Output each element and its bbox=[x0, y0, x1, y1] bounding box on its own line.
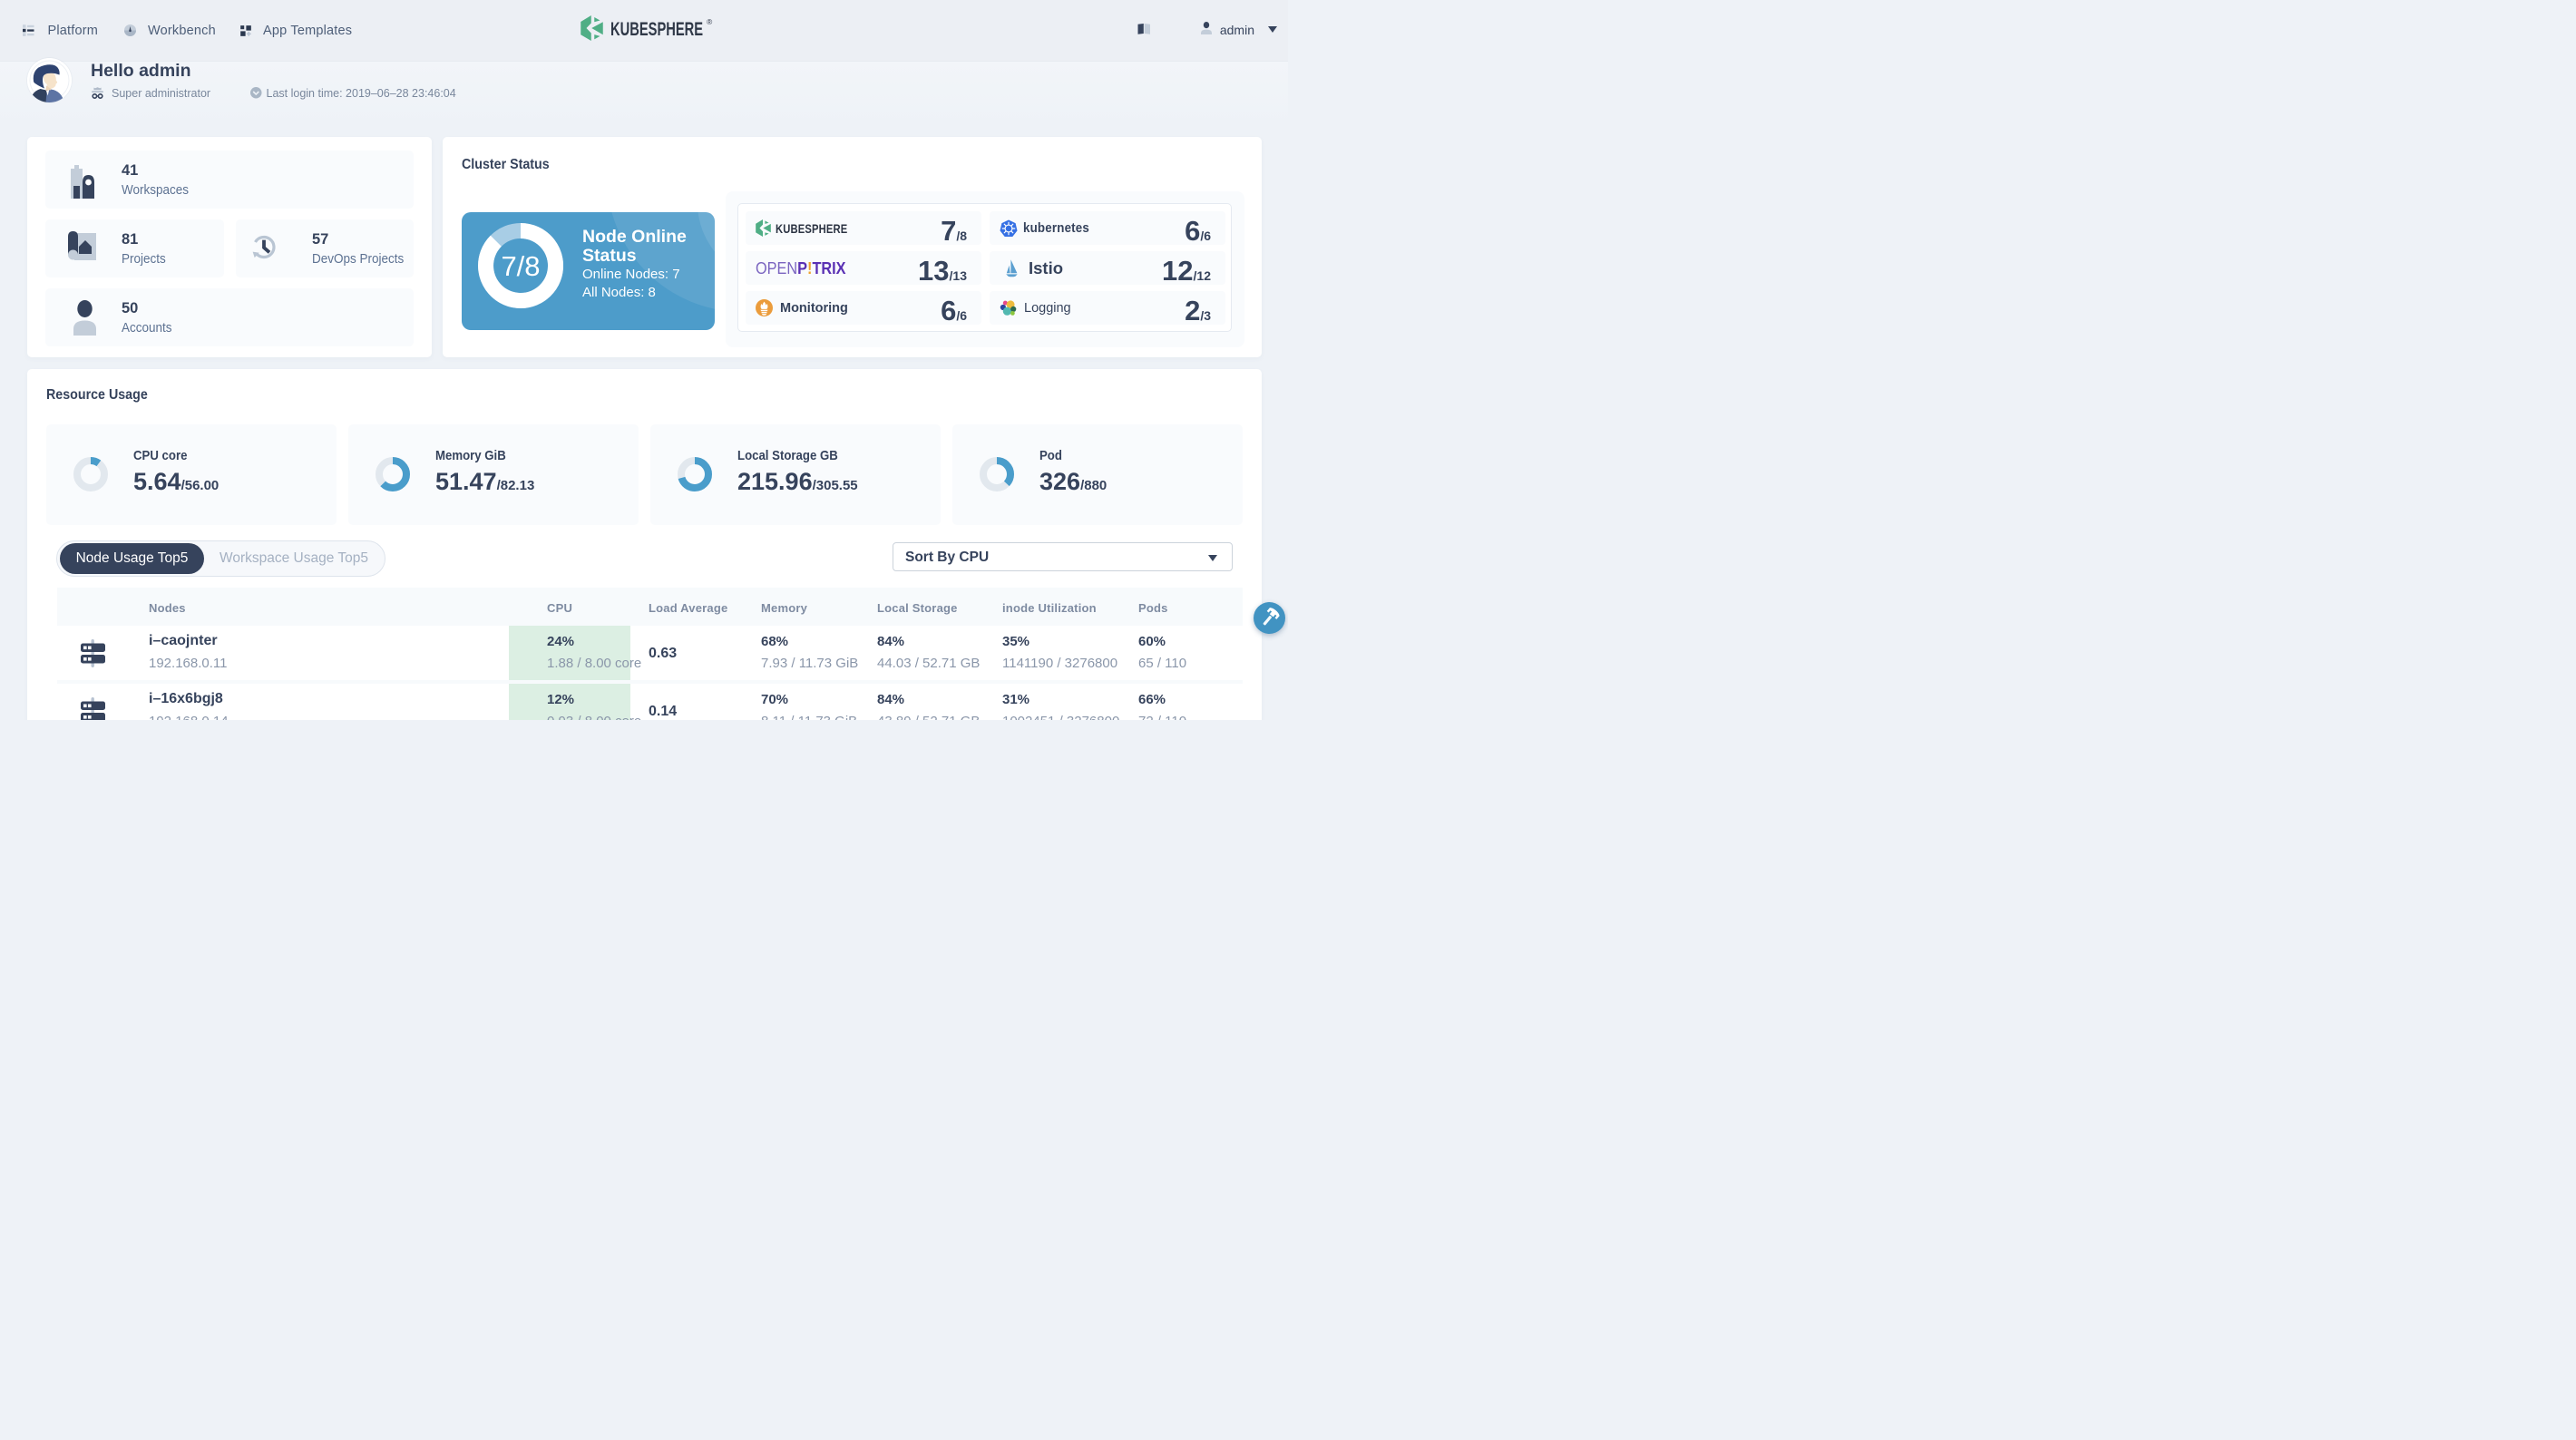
svg-text:7/8: 7/8 bbox=[501, 250, 540, 282]
